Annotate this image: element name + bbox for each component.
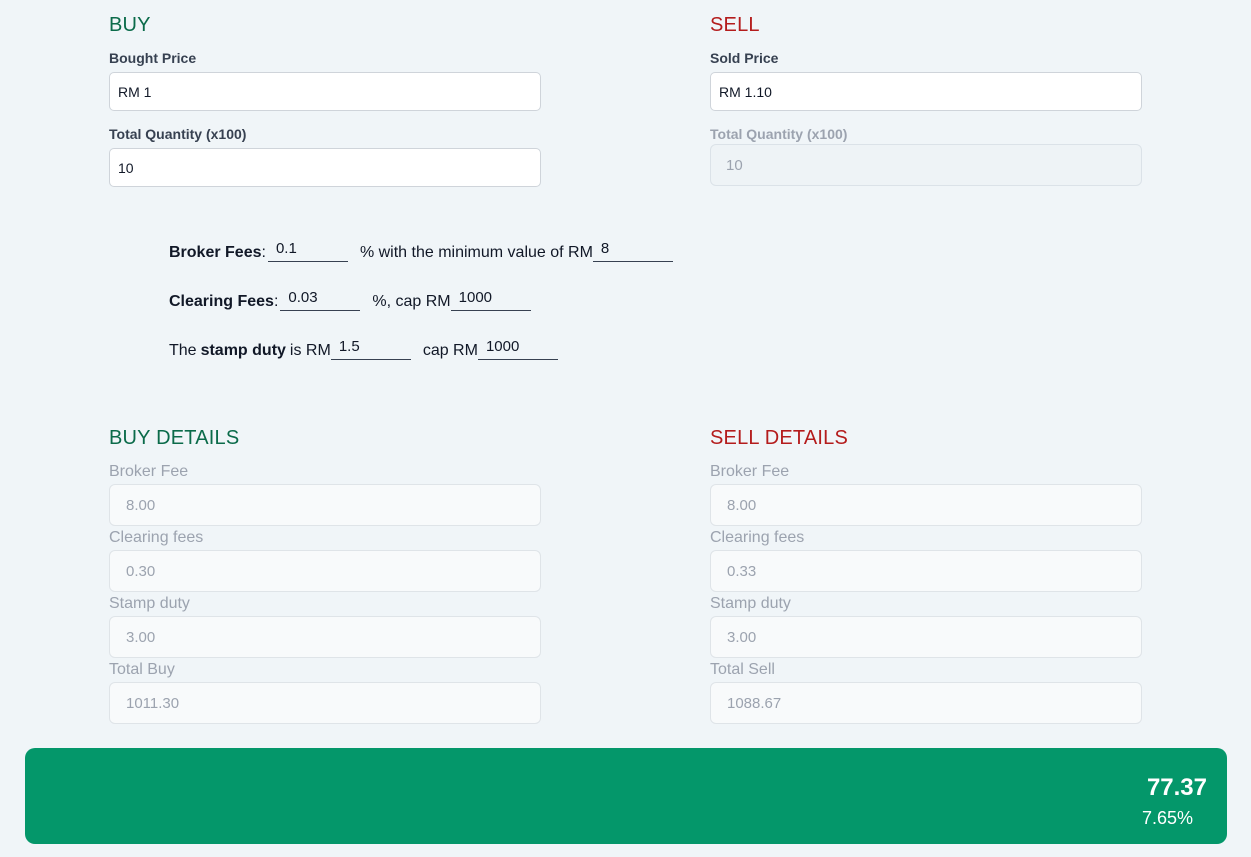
total-buy-field: 1011.30 bbox=[109, 682, 541, 724]
sell-clearing-fees-field: 0.33 bbox=[710, 550, 1142, 592]
bought-price-label: Bought Price bbox=[109, 50, 197, 66]
sell-stamp-duty-field: 3.00 bbox=[710, 616, 1142, 658]
stamp-duty-input[interactable] bbox=[330, 336, 411, 360]
clearing-fee-cap-input[interactable] bbox=[450, 287, 531, 311]
stamp-duty-cap-input[interactable] bbox=[477, 336, 558, 360]
buy-heading: BUY bbox=[109, 14, 151, 36]
sell-broker-fee-label: Broker Fee bbox=[710, 463, 790, 480]
sell-quantity-field: 10 bbox=[710, 144, 1142, 186]
buy-stamp-duty-field: 3.00 bbox=[109, 616, 541, 658]
broker-fees-row: Broker Fees: % with the minimum value of… bbox=[169, 238, 673, 262]
buy-broker-fee-label: Broker Fee bbox=[109, 463, 189, 480]
buy-stamp-duty-label: Stamp duty bbox=[109, 595, 190, 612]
sell-heading: SELL bbox=[710, 14, 760, 36]
broker-fees-label: Broker Fees bbox=[169, 244, 262, 261]
broker-fees-colon: : bbox=[261, 244, 266, 261]
profit-result-bar: 77.37 7.65% bbox=[25, 748, 1227, 844]
profit-value: 77.37 bbox=[1146, 774, 1207, 801]
sold-price-label: Sold Price bbox=[710, 50, 779, 66]
sell-clearing-fees-label: Clearing fees bbox=[710, 529, 805, 546]
buy-clearing-fees-field: 0.30 bbox=[109, 550, 541, 592]
buy-quantity-label: Total Quantity (x100) bbox=[109, 126, 247, 142]
clearing-fees-colon: : bbox=[273, 293, 279, 310]
buy-details-heading: BUY DETAILS bbox=[109, 427, 240, 449]
broker-fee-percent-input[interactable] bbox=[267, 238, 348, 262]
stamp-duty-text: is RM bbox=[289, 342, 331, 359]
clearing-fees-text: %, cap RM bbox=[372, 293, 451, 310]
stamp-duty-row: The stamp duty is RM cap RM bbox=[169, 336, 558, 360]
sold-price-input[interactable] bbox=[710, 72, 1142, 111]
sell-quantity-label: Total Quantity (x100) bbox=[710, 126, 848, 142]
total-buy-label: Total Buy bbox=[109, 661, 175, 678]
buy-clearing-fees-label: Clearing fees bbox=[109, 529, 204, 546]
stamp-duty-cap-text: cap RM bbox=[422, 342, 478, 359]
profit-percent: 7.65% bbox=[1141, 808, 1193, 828]
clearing-fees-row: Clearing Fees: %, cap RM bbox=[169, 287, 531, 311]
bought-price-input[interactable] bbox=[109, 72, 541, 111]
stamp-duty-prefix: The bbox=[169, 342, 197, 359]
buy-quantity-input[interactable] bbox=[109, 148, 541, 187]
sell-broker-fee-field: 8.00 bbox=[710, 484, 1142, 526]
clearing-fees-label: Clearing Fees bbox=[169, 293, 274, 310]
broker-fee-minimum-input[interactable] bbox=[592, 238, 673, 262]
stamp-duty-label: stamp duty bbox=[200, 342, 286, 359]
total-sell-label: Total Sell bbox=[710, 661, 775, 678]
total-sell-field: 1088.67 bbox=[710, 682, 1142, 724]
broker-fees-text: % with the minimum value of RM bbox=[359, 244, 593, 261]
sell-stamp-duty-label: Stamp duty bbox=[710, 595, 791, 612]
buy-broker-fee-field: 8.00 bbox=[109, 484, 541, 526]
sell-details-heading: SELL DETAILS bbox=[710, 427, 849, 449]
clearing-fee-percent-input[interactable] bbox=[280, 287, 361, 311]
